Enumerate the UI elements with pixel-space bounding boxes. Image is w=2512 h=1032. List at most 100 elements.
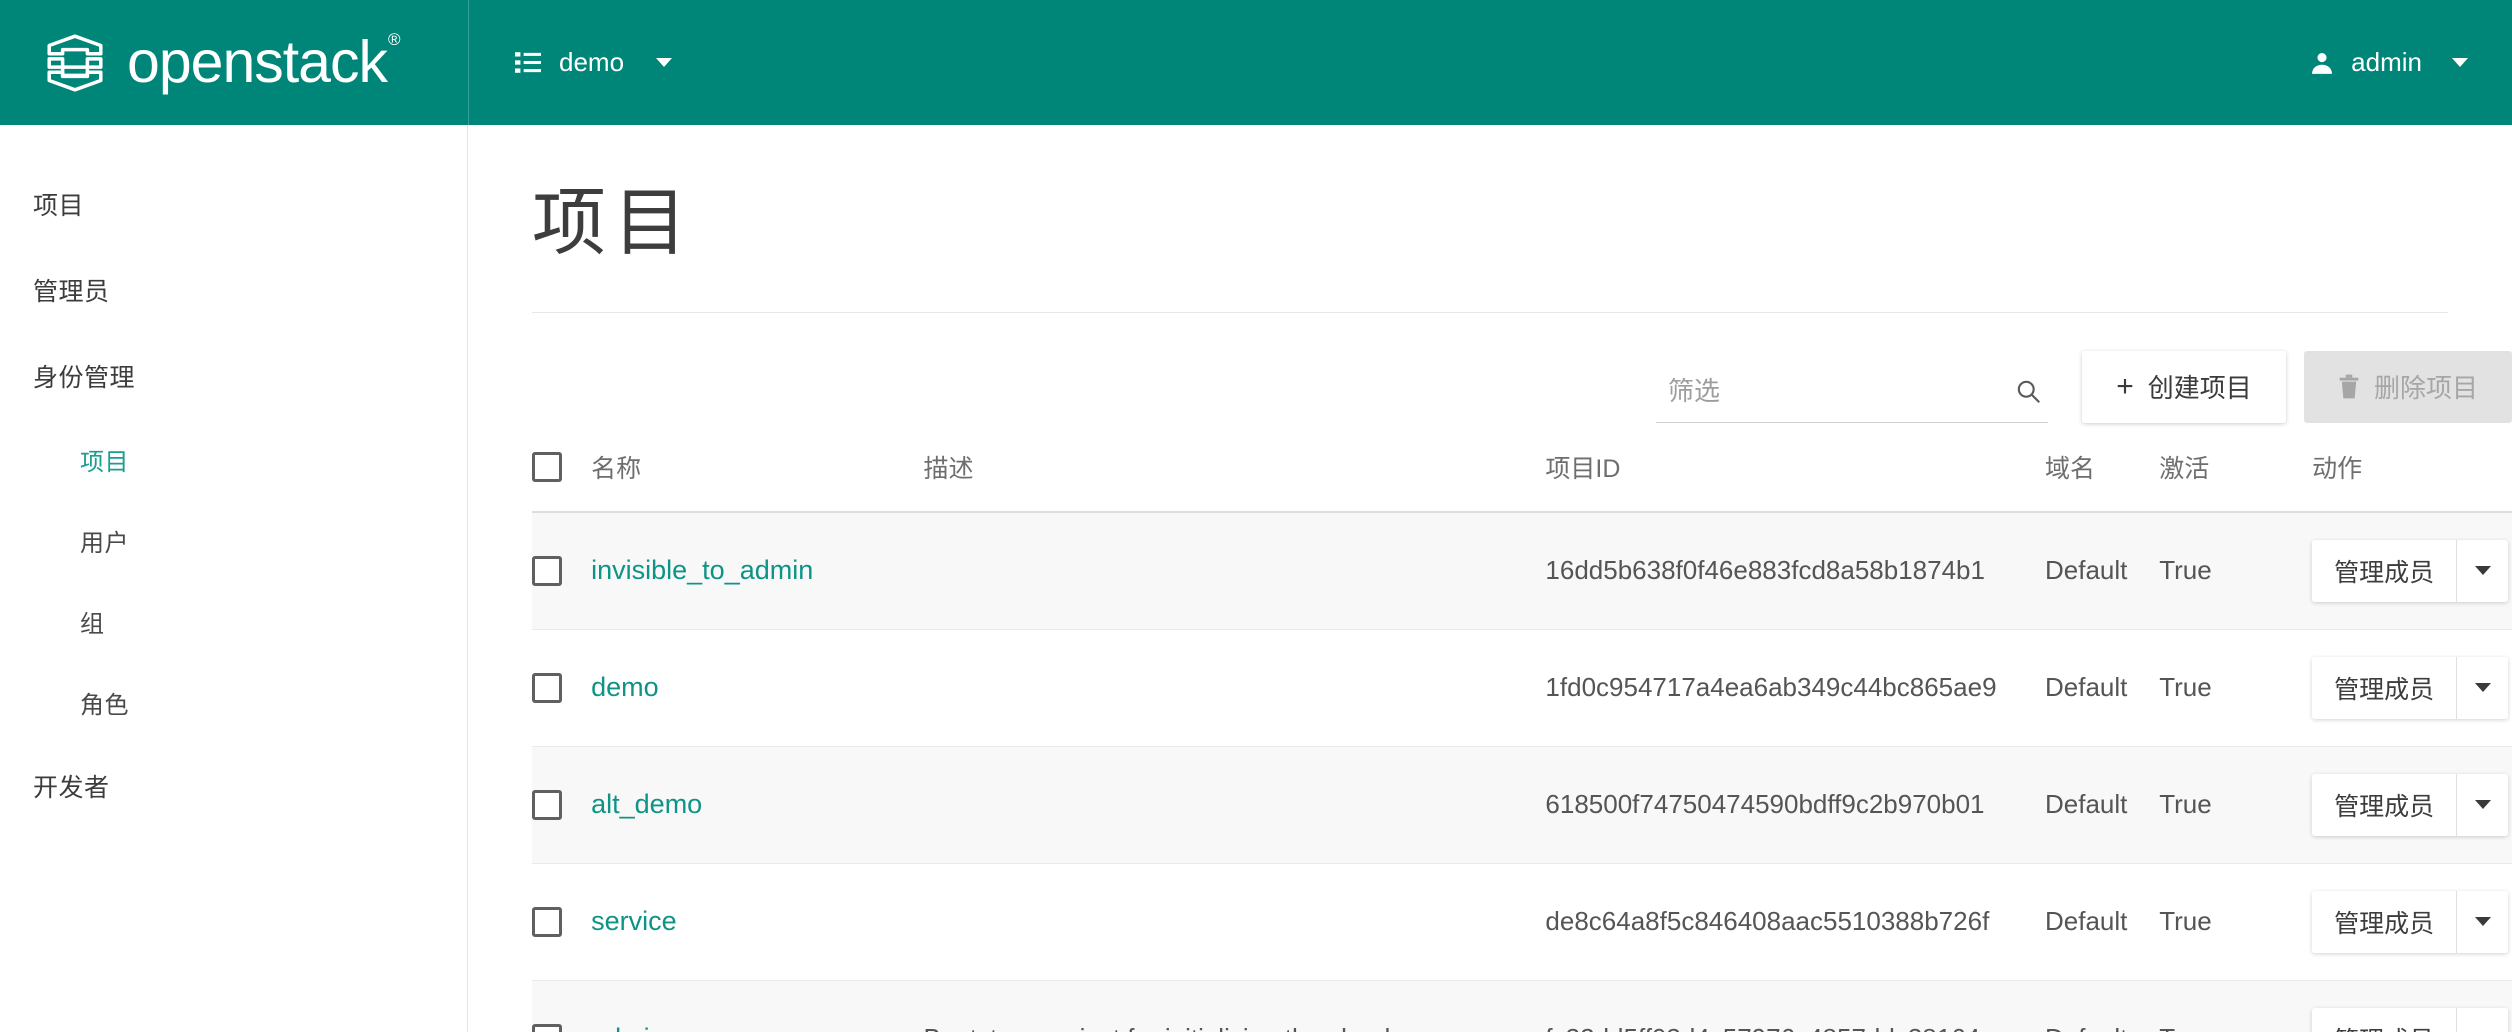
- user-menu[interactable]: admin: [2309, 47, 2512, 78]
- row-checkbox[interactable]: [532, 789, 562, 820]
- chevron-down-icon: [2452, 58, 2468, 67]
- sidebar-item-identity-groups[interactable]: 组: [0, 581, 467, 662]
- table-row: demo 1fd0c954717a4ea6ab349c44bc865ae9 De…: [532, 629, 2512, 747]
- row-domain-cell: Default: [2045, 863, 2160, 981]
- project-link[interactable]: admin: [591, 1023, 665, 1032]
- sidebar-nav: 项目 管理员 身份管理 项目 用户 组 角色 开发者: [0, 125, 468, 1032]
- row-select-cell: [532, 863, 592, 981]
- row-actions-dropdown-toggle[interactable]: [2456, 656, 2509, 719]
- search-icon[interactable]: [2015, 378, 2042, 405]
- table-row: service de8c64a8f5c846408aac5510388b726f…: [532, 863, 2512, 981]
- openstack-cube-logo-icon: [47, 33, 103, 92]
- row-project-id-cell: fc32dd5ff03d4c57976c4857ddc38164: [1545, 980, 2045, 1032]
- row-project-id-cell: 1fd0c954717a4ea6ab349c44bc865ae9: [1545, 629, 2045, 747]
- manage-members-split-button: 管理成员: [2312, 890, 2509, 953]
- row-actions-cell: 管理成员: [2312, 863, 2512, 981]
- search-input[interactable]: [1667, 375, 2005, 407]
- row-domain-cell: Default: [2045, 746, 2160, 864]
- table-row: invisible_to_admin 16dd5b638f0f46e883fcd…: [532, 511, 2512, 630]
- chevron-down-icon: [2474, 566, 2491, 575]
- table-body: invisible_to_admin 16dd5b638f0f46e883fcd…: [532, 511, 2512, 1032]
- top-navbar: openstack® demo admin: [0, 0, 2512, 125]
- sidebar-item-identity-roles[interactable]: 角色: [0, 662, 467, 743]
- row-actions-dropdown-toggle[interactable]: [2456, 773, 2509, 836]
- sidebar-item-project[interactable]: 项目: [0, 161, 467, 247]
- project-link[interactable]: alt_demo: [591, 789, 702, 819]
- row-description-cell: [923, 629, 1546, 747]
- manage-members-button[interactable]: 管理成员: [2312, 773, 2457, 836]
- row-actions-dropdown-toggle[interactable]: [2456, 539, 2509, 602]
- row-domain-cell: Default: [2045, 980, 2160, 1032]
- main-content: 项目 + 创建项目 删除项目: [468, 125, 2512, 1032]
- chevron-down-icon: [2474, 683, 2491, 692]
- row-actions-cell: 管理成员: [2312, 511, 2512, 630]
- projects-table-container: 名称 描述 项目ID 域名 激活 动作 invisible_to_admin 1…: [468, 422, 2512, 1032]
- row-select-cell: [532, 511, 592, 630]
- navbar-divider: [468, 0, 469, 125]
- delete-projects-button[interactable]: 删除项目: [2303, 350, 2512, 423]
- manage-members-button[interactable]: 管理成员: [2312, 656, 2457, 719]
- row-checkbox[interactable]: [532, 672, 562, 703]
- sidebar-item-admin[interactable]: 管理员: [0, 247, 467, 333]
- manage-members-split-button: 管理成员: [2312, 539, 2509, 602]
- sidebar-item-identity[interactable]: 身份管理: [0, 333, 467, 419]
- select-all-checkbox[interactable]: [532, 451, 562, 482]
- column-header-project-id[interactable]: 项目ID: [1545, 422, 2045, 513]
- row-select-cell: [532, 980, 592, 1032]
- row-actions-dropdown-toggle[interactable]: [2456, 1007, 2509, 1032]
- sidebar-item-developer[interactable]: 开发者: [0, 743, 467, 829]
- manage-members-button[interactable]: 管理成员: [2312, 890, 2457, 953]
- plus-icon: +: [2116, 369, 2134, 403]
- row-checkbox[interactable]: [532, 1023, 562, 1032]
- column-header-enabled[interactable]: 激活: [2159, 422, 2313, 513]
- row-name-cell: alt_demo: [591, 746, 924, 864]
- chevron-down-icon: [2474, 800, 2491, 809]
- table-header: 名称 描述 项目ID 域名 激活 动作: [532, 422, 2512, 513]
- select-all-header: [532, 422, 592, 513]
- filter-field[interactable]: [1655, 375, 2048, 423]
- row-checkbox[interactable]: [532, 906, 562, 937]
- row-enabled-cell: True: [2159, 511, 2313, 630]
- column-header-domain[interactable]: 域名: [2045, 422, 2160, 513]
- row-actions-cell: 管理成员: [2312, 746, 2512, 864]
- row-select-cell: [532, 746, 592, 864]
- table-header-row: 名称 描述 项目ID 域名 激活 动作: [532, 422, 2512, 513]
- sidebar-item-identity-users[interactable]: 用户: [0, 500, 467, 581]
- column-header-name[interactable]: 名称: [591, 422, 924, 513]
- brand-name: openstack®: [127, 29, 400, 95]
- project-link[interactable]: demo: [591, 672, 659, 702]
- project-link[interactable]: service: [591, 906, 677, 936]
- sidebar-item-identity-projects[interactable]: 项目: [0, 419, 467, 500]
- page-header: 项目: [468, 125, 2512, 313]
- user-person-icon: [2312, 52, 2333, 74]
- brand-registered-mark: ®: [387, 30, 400, 50]
- row-name-cell: service: [591, 863, 924, 981]
- row-project-id-cell: de8c64a8f5c846408aac5510388b726f: [1545, 863, 2045, 981]
- project-selector[interactable]: demo: [509, 0, 678, 125]
- row-enabled-cell: True: [2159, 980, 2313, 1032]
- column-header-description[interactable]: 描述: [923, 422, 1546, 513]
- create-project-button[interactable]: + 创建项目: [2081, 350, 2286, 423]
- project-link[interactable]: invisible_to_admin: [591, 555, 813, 585]
- user-menu-label: admin: [2351, 47, 2422, 77]
- brand-logo-area[interactable]: openstack®: [0, 0, 468, 125]
- row-actions-cell: 管理成员: [2312, 629, 2512, 747]
- row-checkbox[interactable]: [532, 555, 562, 586]
- chevron-down-icon: [2474, 917, 2491, 926]
- manage-members-button[interactable]: 管理成员: [2312, 539, 2457, 602]
- row-project-id-cell: 16dd5b638f0f46e883fcd8a58b1874b1: [1545, 511, 2045, 630]
- project-selector-label: demo: [559, 47, 625, 77]
- manage-members-split-button: 管理成员: [2312, 656, 2509, 719]
- row-description-cell: Bootstrap project for initializing the c…: [923, 980, 1546, 1032]
- manage-members-button[interactable]: 管理成员: [2312, 1007, 2457, 1032]
- list-icon: [515, 52, 541, 73]
- row-project-id-cell: 618500f74750474590bdff9c2b970b01: [1545, 746, 2045, 864]
- row-enabled-cell: True: [2159, 746, 2313, 864]
- row-enabled-cell: True: [2159, 629, 2313, 747]
- row-description-cell: [923, 511, 1546, 630]
- page-title: 项目: [532, 181, 694, 264]
- row-description-cell: [923, 863, 1546, 981]
- row-actions-cell: 管理成员: [2312, 980, 2512, 1032]
- row-actions-dropdown-toggle[interactable]: [2456, 890, 2509, 953]
- trash-icon: [2339, 374, 2359, 399]
